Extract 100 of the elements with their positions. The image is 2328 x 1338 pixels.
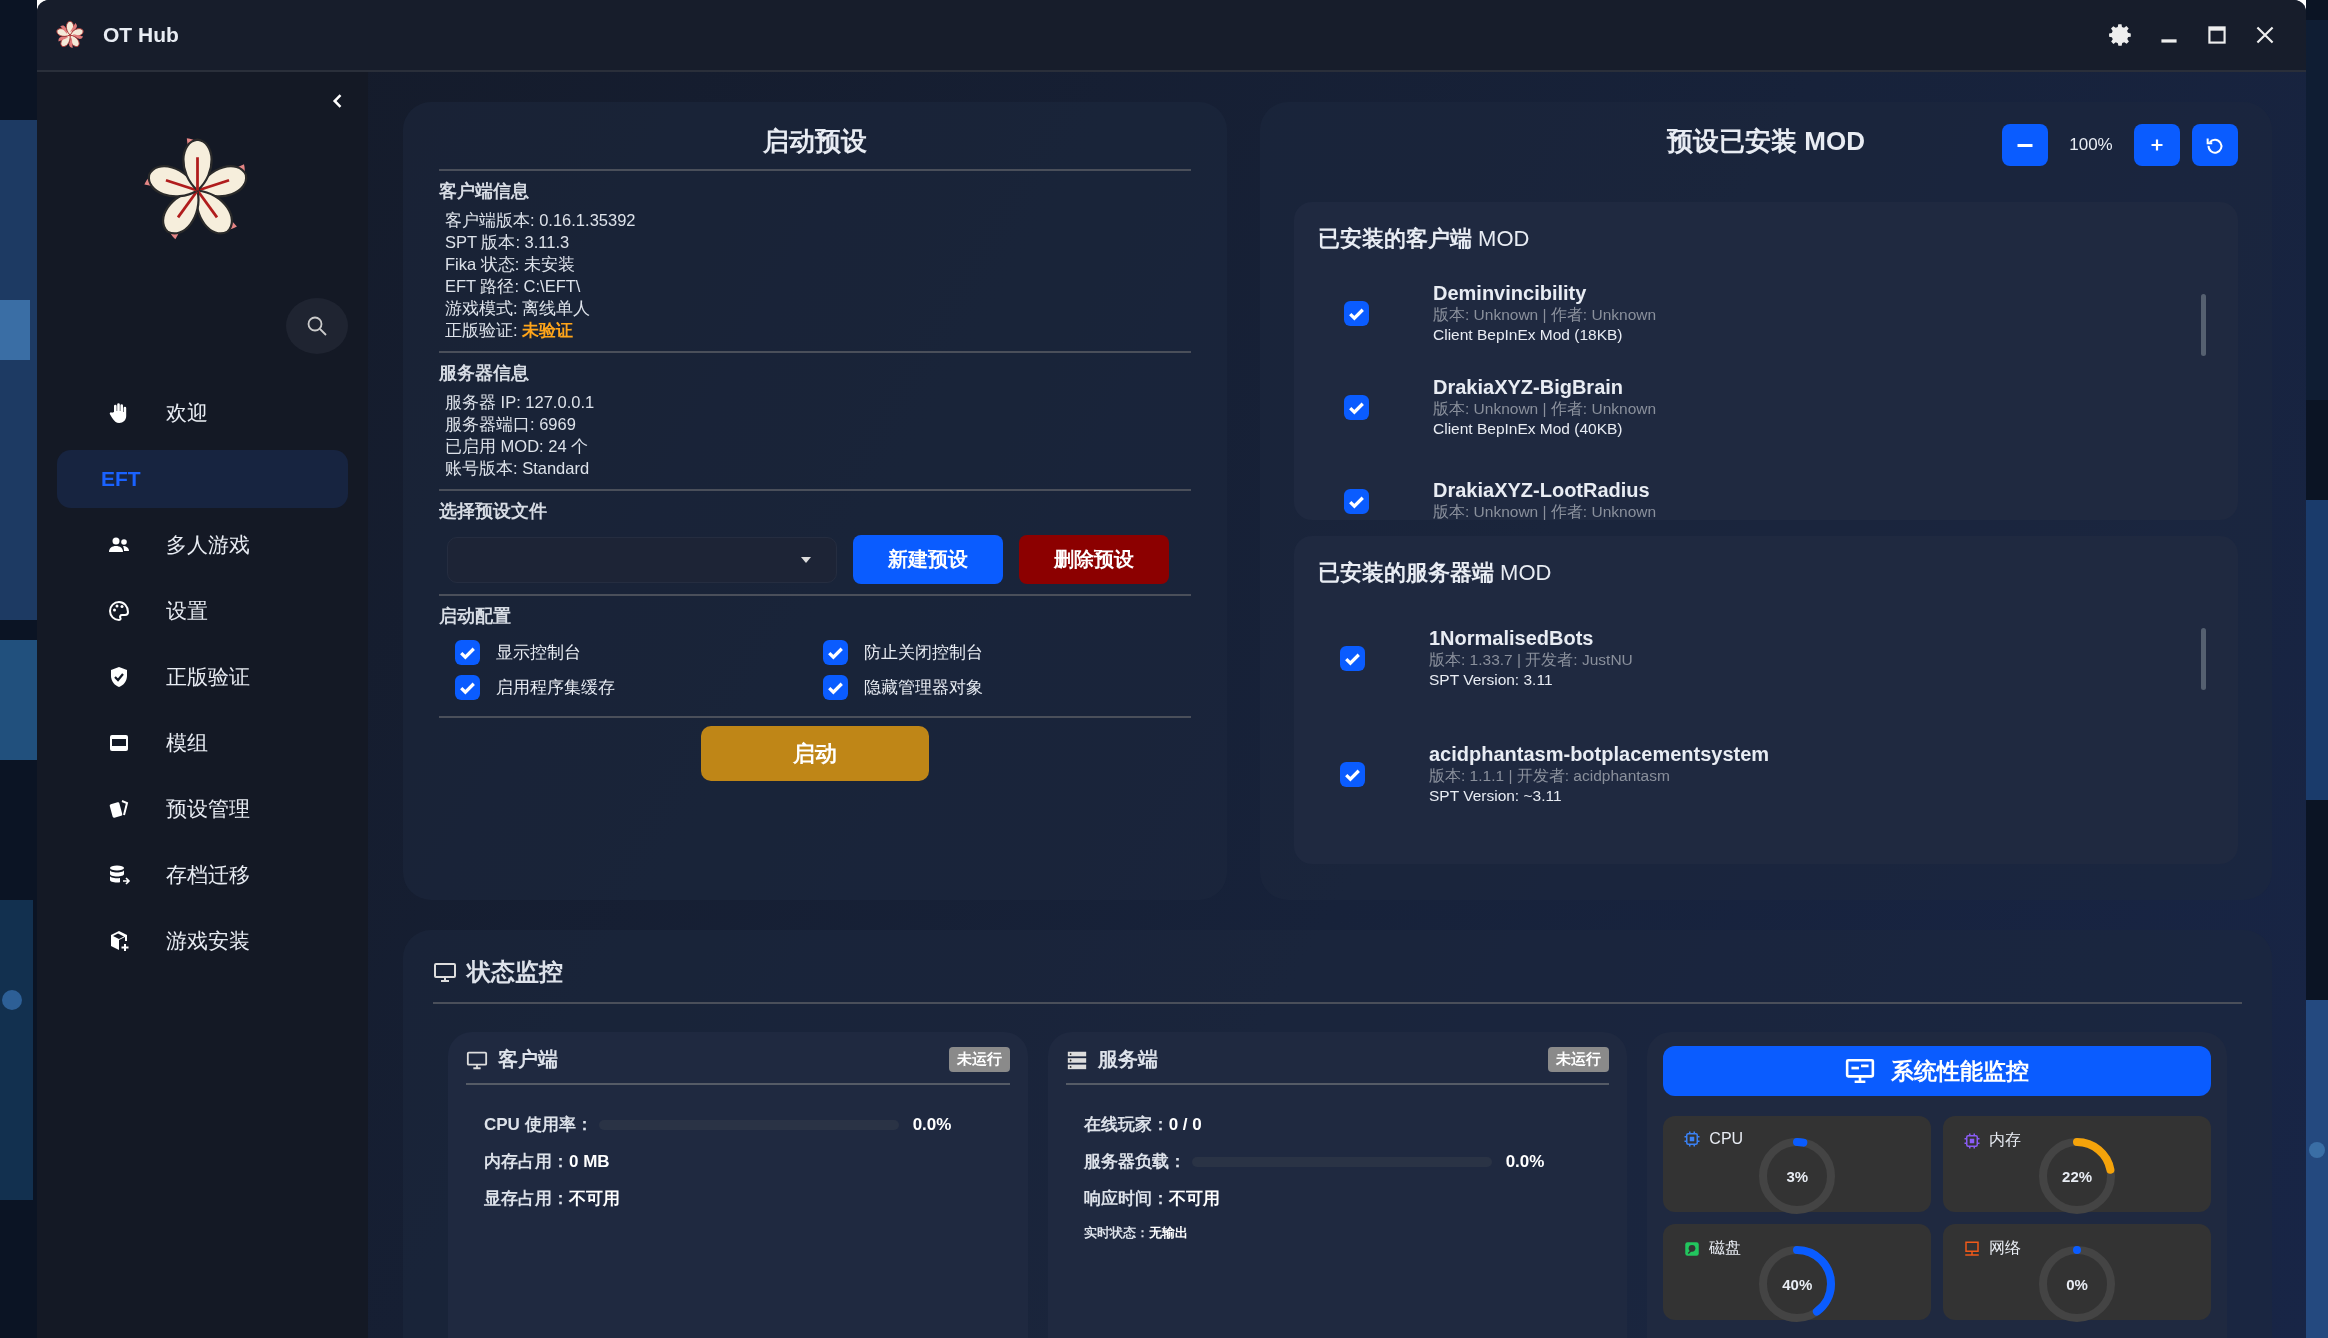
info-line: EFT 路径: C:\EFT\: [444, 276, 582, 297]
gauge-label: CPU: [1709, 1130, 1744, 1148]
checkbox[interactable]: [1344, 488, 1369, 514]
panel-title: 服务端: [1097, 1047, 1158, 1072]
section-title: 已安装的服务器端 MOD: [1318, 559, 1553, 587]
section-heading: 服务器信息: [439, 362, 530, 385]
checkbox[interactable]: [823, 640, 848, 665]
card-title: 预设已安装 MOD: [1667, 125, 1865, 158]
gauge-reading: 40%: [1782, 1275, 1813, 1293]
scrollbar[interactable]: [2201, 294, 2206, 356]
card-title: 状态监控: [467, 957, 563, 987]
caret-down-icon: [800, 555, 812, 564]
section-title: 已安装的客户端 MOD: [1318, 225, 1531, 253]
checkbox[interactable]: [455, 675, 480, 700]
chip-icon: [1963, 1131, 1982, 1150]
minus-icon: [2017, 143, 2033, 147]
sidebar-item[interactable]: 存档迁移: [57, 846, 348, 904]
info-line: 账号版本: Standard: [444, 458, 591, 479]
scrollbar[interactable]: [2201, 628, 2206, 690]
section-heading: 选择预设文件: [439, 500, 548, 523]
database-icon: [107, 863, 131, 887]
section-heading: 启动配置: [439, 605, 512, 628]
checkbox[interactable]: [1340, 645, 1365, 671]
mod-meta: 版本: Unknown | 作者: Unknown: [1433, 305, 1657, 325]
metric-label: 实时状态：: [1083, 1224, 1149, 1242]
mod-description: Client BepInEx Mod (40KB): [1433, 420, 1624, 438]
metric-value: 0 MB: [569, 1151, 610, 1172]
info-line: 服务器 IP: 127.0.0.1: [444, 392, 596, 413]
mod-description: SPT Version: 3.11: [1429, 671, 1554, 689]
zoom-level: 100%: [2068, 135, 2114, 155]
mod-description: SPT Version: ~3.11: [1429, 787, 1563, 805]
metric-value: 0 / 0: [1168, 1114, 1202, 1135]
info-line: Fika 状态: 未安装: [444, 254, 576, 275]
gauge-label: 网络: [1989, 1238, 2022, 1258]
mod-name: 1NormalisedBots: [1429, 627, 1595, 650]
preset-button[interactable]: 新建预设: [853, 535, 1003, 584]
card-title: 启动预设: [439, 124, 1191, 171]
window-title: OT Hub: [103, 23, 179, 47]
checkbox[interactable]: [823, 675, 848, 700]
mod-name: Deminvincibility: [1433, 282, 1588, 305]
reset-button[interactable]: [2192, 124, 2238, 166]
metric-label: CPU 使用率：: [484, 1114, 593, 1136]
preset-button[interactable]: 删除预设: [1019, 535, 1169, 584]
mod-name: DrakiaXYZ-LootRadius: [1433, 479, 1651, 502]
info-line: 游戏模式: 离线单人: [444, 298, 592, 319]
checkbox[interactable]: [1344, 300, 1369, 326]
info-line: 服务器端口: 6969: [444, 414, 577, 435]
zoom-in-button[interactable]: [2134, 124, 2180, 166]
metric-value: 不可用: [569, 1188, 620, 1210]
metric-label: 响应时间：: [1083, 1188, 1169, 1210]
sidebar-item[interactable]: 设置: [57, 582, 348, 640]
monitor-icon: [433, 960, 457, 984]
palette-icon: [107, 599, 131, 623]
performance-header: 系统性能监控: [1663, 1046, 2211, 1096]
option-label: 启用程序集缓存: [496, 676, 615, 698]
gauge-label: 内存: [1989, 1130, 2022, 1150]
metric-label: 在线玩家：: [1083, 1114, 1169, 1136]
sidebar-item[interactable]: 模组: [57, 714, 348, 772]
info-line: SPT 版本: 3.11.3: [444, 232, 571, 253]
gauge-reading: 0%: [2066, 1275, 2088, 1293]
gauge-label: 磁盘: [1709, 1238, 1742, 1258]
status-badge: 未运行: [1548, 1047, 1610, 1072]
sidebar-item[interactable]: 欢迎: [57, 384, 348, 442]
mod-name: acidphantasm-botplacementsystem: [1429, 743, 1770, 766]
zoom-out-button[interactable]: [2002, 124, 2048, 166]
option-label: 隐藏管理器对象: [864, 676, 983, 698]
mod-meta: 版本: 1.1.1 | 开发者: acidphantasm: [1429, 766, 1671, 786]
mod-meta: 版本: Unknown | 作者: Unknown: [1433, 502, 1657, 520]
monitor-icon: [1845, 1058, 1876, 1084]
mod-name: DrakiaXYZ-BigBrain: [1433, 376, 1625, 399]
sidebar-item[interactable]: 预设管理: [57, 780, 348, 838]
checkbox[interactable]: [455, 640, 480, 665]
search-icon: [305, 314, 329, 338]
chip-icon: [1683, 1130, 1702, 1148]
network-icon: [1963, 1239, 1982, 1258]
sidebar-item[interactable]: 游戏安装: [57, 912, 348, 970]
metric-label: 服务器负载：: [1083, 1151, 1186, 1173]
info-line: 已启用 MOD: 24 个: [444, 436, 590, 457]
mod-description: Client BepInEx Mod (18KB): [1433, 326, 1624, 344]
metric-value: 无输出: [1148, 1224, 1188, 1242]
metric-value: 0.0%: [1505, 1151, 1545, 1172]
status-badge: 未运行: [948, 1047, 1010, 1072]
option-label: 显示控制台: [496, 641, 581, 663]
metric-value: 不可用: [1168, 1188, 1220, 1210]
sidebar-item[interactable]: 多人游戏: [57, 516, 348, 574]
metric-label: 内存占用：: [484, 1151, 569, 1173]
gauge-reading: 3%: [1786, 1167, 1809, 1185]
metric-label: 显存占用：: [484, 1188, 569, 1210]
panel-title: 客户端: [498, 1047, 558, 1072]
checkbox[interactable]: [1344, 394, 1369, 420]
info-line: 正版验证: 未验证: [444, 320, 575, 341]
info-line: 客户端版本: 0.16.1.35392: [444, 210, 637, 231]
flower-logo-icon: [55, 20, 85, 50]
option-label: 防止关闭控制台: [864, 641, 983, 663]
settings-icon[interactable]: [2108, 22, 2134, 48]
section-heading: 客户端信息: [439, 180, 530, 203]
mod-meta: 版本: 1.33.7 | 开发者: JustNU: [1429, 650, 1633, 670]
gauge-reading: 22%: [2062, 1167, 2093, 1185]
sidebar-item[interactable]: 正版验证: [57, 648, 348, 706]
checkbox[interactable]: [1340, 761, 1365, 787]
